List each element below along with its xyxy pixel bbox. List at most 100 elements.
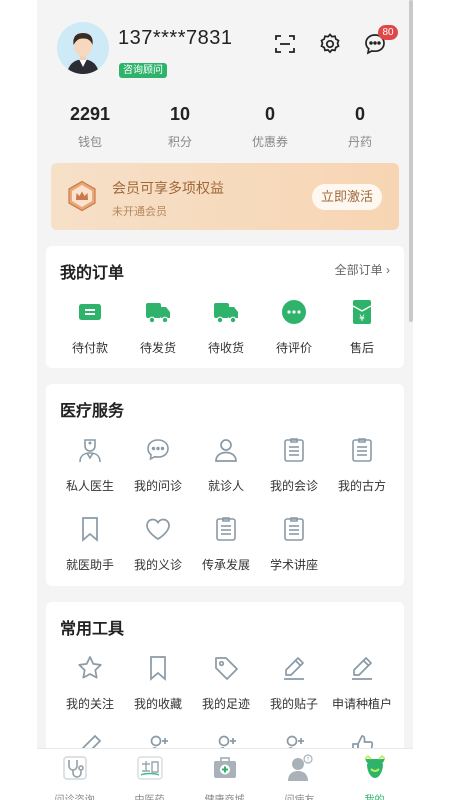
chat-bubble-icon [282, 300, 306, 324]
tab-consultation[interactable]: 问诊咨询 [37, 749, 112, 800]
medical-title: 医疗服务 [60, 403, 125, 420]
user-phone: 137****7831 [118, 27, 233, 49]
service-group-consultation[interactable]: 我的会诊 [259, 436, 329, 494]
stat-label: 优惠券 [251, 135, 288, 149]
member-banner[interactable]: 会员可享多项权益 未开通会员 立即激活 [51, 163, 399, 230]
stat-coupons[interactable]: 0 优惠券 [230, 104, 310, 150]
all-orders-label: 全部订单 [334, 263, 383, 277]
stethoscope-icon [62, 756, 87, 780]
role-badge: 咨询顾问 [119, 63, 167, 78]
member-subtitle: 未开通会员 [112, 206, 167, 218]
tool-label: 申请种植户 [331, 697, 392, 711]
order-label: 待付款 [71, 341, 108, 355]
member-title: 会员可享多项权益 [112, 180, 224, 196]
tool-label: 我的关注 [65, 697, 114, 711]
stat-value: 10 [169, 104, 191, 124]
order-pending-payment[interactable]: 待付款 [55, 298, 125, 356]
tab-label: 中医药 [112, 791, 187, 800]
service-free-clinic[interactable]: 我的义诊 [123, 515, 193, 573]
svg-text:¥: ¥ [359, 314, 365, 324]
service-label: 我的问诊 [133, 479, 182, 493]
star-icon [78, 656, 102, 679]
tag-icon [215, 657, 238, 680]
order-label: 待收货 [207, 341, 244, 355]
medical-card: 医疗服务 私人医生 我的问诊 就诊人 我的会诊 我的古方 就医助手 我的义诊 传… [46, 384, 404, 586]
doctor-icon [79, 439, 101, 463]
order-label: 待评价 [275, 341, 312, 355]
orders-card: 我的订单 全部订单 › 待付款 待发货 待收货 待评价 ¥ 售后 [46, 246, 404, 368]
tab-label: 问诊咨询 [37, 791, 112, 800]
service-label: 我的义诊 [133, 558, 182, 572]
person-icon [215, 439, 237, 462]
service-private-doctor[interactable]: 私人医生 [55, 436, 125, 494]
heart-icon [146, 518, 170, 540]
service-label: 就医助手 [65, 558, 114, 572]
medkit-icon [213, 757, 236, 778]
avatar[interactable] [57, 22, 109, 74]
message-count-badge: 80 [378, 25, 398, 40]
gear-icon[interactable] [318, 32, 342, 56]
tool-label: 我的贴子 [269, 697, 318, 711]
service-lectures[interactable]: 学术讲座 [259, 515, 329, 573]
service-my-consultation[interactable]: 我的问诊 [123, 436, 193, 494]
tab-label: 问病友 [262, 791, 337, 800]
all-orders-link[interactable]: 全部订单 › [335, 261, 390, 278]
patient-icon: ? [287, 754, 313, 781]
profile-screen: 137****7831 咨询顾问 80 2291 钱包 10 积分 0 优惠券 … [37, 0, 413, 800]
tab-tcm[interactable]: 中医药 [112, 749, 187, 800]
clipboard-icon [216, 517, 236, 541]
tools-card: 常用工具 我的关注 我的收藏 我的足迹 我的贴子 申请种植户 [46, 602, 404, 762]
stat-wallet[interactable]: 2291 钱包 [50, 104, 130, 150]
order-pending-review[interactable]: 待评价 [259, 298, 329, 356]
chevron-right-icon: › [386, 263, 390, 277]
order-label: 售后 [349, 341, 374, 355]
activate-button[interactable]: 立即激活 [312, 184, 382, 210]
service-patients[interactable]: 就诊人 [191, 436, 261, 494]
order-pending-receipt[interactable]: 待收货 [191, 298, 261, 356]
tool-label: 我的足迹 [201, 697, 250, 711]
scrollbar[interactable] [409, 0, 413, 322]
truck-icon [214, 303, 238, 324]
tab-patients[interactable]: ? 问病友 [262, 749, 337, 800]
herb-icon [136, 756, 163, 780]
tool-follows[interactable]: 我的关注 [55, 654, 125, 712]
clipboard-icon [284, 517, 304, 541]
tool-label: 我的收藏 [133, 697, 182, 711]
tab-label: 健康商城 [187, 791, 262, 800]
order-pending-shipment[interactable]: 待发货 [123, 298, 193, 356]
tab-label: 我的 [337, 791, 412, 800]
yen-pouch-icon: ¥ [352, 300, 372, 324]
service-label: 就诊人 [207, 479, 244, 493]
stat-value: 0 [264, 104, 275, 124]
service-heritage[interactable]: 传承发展 [191, 515, 261, 573]
tool-posts[interactable]: 我的贴子 [259, 654, 329, 712]
bottom-tab-bar: 问诊咨询 中医药 健康商城 ? 问病友 [37, 748, 413, 800]
profile-icon [363, 754, 386, 778]
svg-text:?: ? [306, 756, 309, 763]
scan-icon[interactable] [273, 32, 297, 56]
service-label: 我的会诊 [269, 479, 318, 493]
orders-title: 我的订单 [60, 265, 125, 282]
stat-points[interactable]: 10 积分 [140, 104, 220, 150]
tab-mine[interactable]: 我的 [337, 749, 412, 800]
service-label: 私人医生 [65, 479, 114, 493]
tool-favorites[interactable]: 我的收藏 [123, 654, 193, 712]
tool-history[interactable]: 我的足迹 [191, 654, 261, 712]
tool-apply-grower[interactable]: 申请种植户 [327, 654, 397, 712]
service-label: 传承发展 [201, 558, 250, 572]
stat-value: 0 [354, 104, 365, 124]
stat-value: 2291 [69, 104, 111, 124]
stat-pills[interactable]: 0 丹药 [320, 104, 400, 150]
ticket-icon [79, 304, 101, 320]
clipboard-icon [284, 438, 304, 462]
pencil-icon [284, 657, 304, 680]
bookmark-icon [82, 517, 98, 542]
service-ancient-recipes[interactable]: 我的古方 [327, 436, 397, 494]
stat-label: 钱包 [77, 135, 102, 149]
truck-icon [146, 303, 170, 324]
tab-shop[interactable]: 健康商城 [187, 749, 262, 800]
order-after-sales[interactable]: ¥ 售后 [327, 298, 397, 356]
tools-title: 常用工具 [60, 621, 125, 638]
service-medical-assistant[interactable]: 就医助手 [55, 515, 125, 573]
bookmark-icon [150, 656, 166, 681]
